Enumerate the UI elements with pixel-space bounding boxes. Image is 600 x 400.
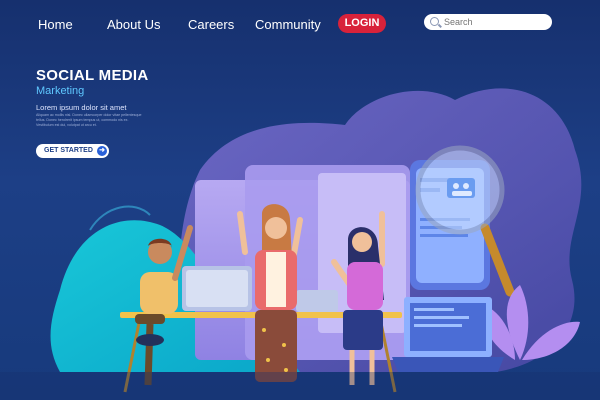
get-started-label: GET STARTED [44,147,93,154]
hero-illustration [0,88,600,400]
search-box[interactable] [424,14,552,30]
nav-community-link[interactable]: Community [255,17,321,32]
top-nav: Home About Us Careers Community LOGIN [0,0,600,48]
hero-title: SOCIAL MEDIA [36,67,149,84]
hero-tagline: Lorem ipsum dolor sit amet [36,103,127,112]
hero-body: Aliquam ac mollis nisl. Donec ullamcorpe… [36,113,142,127]
login-button[interactable]: LOGIN [338,14,386,33]
search-input[interactable] [444,15,544,29]
get-started-button[interactable]: GET STARTED ➜ [36,144,109,158]
search-icon [430,17,439,26]
laptop-device [392,297,504,372]
nav-about-link[interactable]: About Us [107,17,160,32]
hero-subtitle: Marketing [36,85,85,97]
nav-home-link[interactable]: Home [38,17,73,32]
nav-careers-link[interactable]: Careers [188,17,234,32]
arrow-right-icon: ➜ [97,146,107,156]
